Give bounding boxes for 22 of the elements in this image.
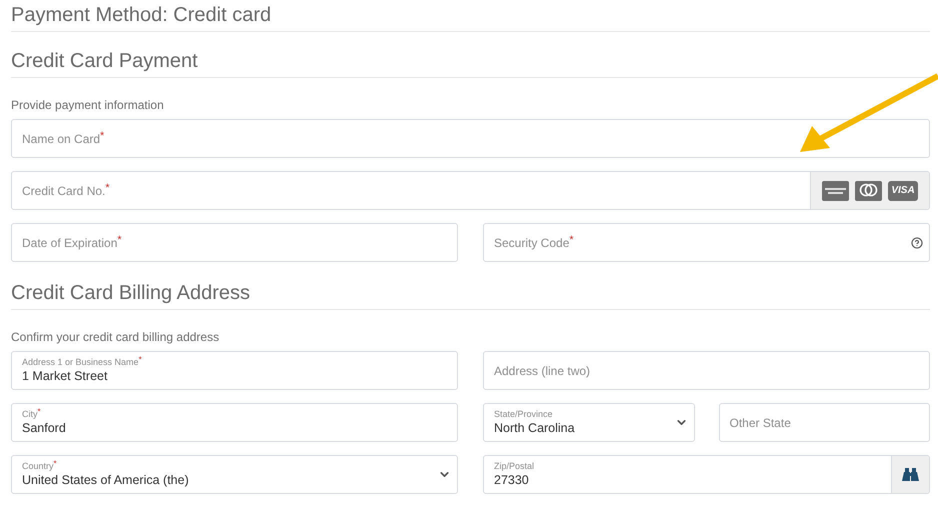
visa-logo: VISA	[888, 180, 918, 200]
lookup-button[interactable]	[891, 456, 929, 493]
text-field[interactable]: Security Code$^{*}$	[483, 223, 930, 262]
section-title: Credit Card Payment	[11, 50, 930, 78]
mastercard-icon	[855, 180, 882, 200]
help-icon[interactable]	[911, 236, 923, 248]
section-title: Credit Card Billing Address	[11, 282, 930, 310]
text-field[interactable]: Date of Expiration$^{*}$	[11, 223, 458, 262]
page-title: Payment Method: Credit card	[11, 4, 930, 32]
text-field[interactable]: Zip/Postal 27330	[483, 455, 930, 494]
text-field[interactable]: Other State	[718, 403, 930, 442]
section-caption: Confirm your credit card billing address	[11, 330, 220, 344]
text-field[interactable]: Name on Card$^{*}$	[11, 119, 930, 158]
binoculars-icon	[902, 468, 919, 482]
dropdown-field[interactable]: Country$^{*}$ United States of America (the)	[11, 455, 458, 494]
amex-card-icon	[822, 180, 850, 200]
text-field[interactable]: Address (line two)	[483, 351, 930, 390]
text-field[interactable]: Credit Card No.$^{*}$ VISA	[11, 171, 930, 210]
section-caption: Provide payment information	[11, 98, 165, 112]
text-field[interactable]: Address 1 or Business Name$^{*}$ 1 Market Street	[11, 351, 458, 390]
dropdown-field[interactable]: State/Province North Carolina	[483, 403, 694, 442]
text-field[interactable]: City$^{*}$ Sanford	[11, 403, 458, 442]
